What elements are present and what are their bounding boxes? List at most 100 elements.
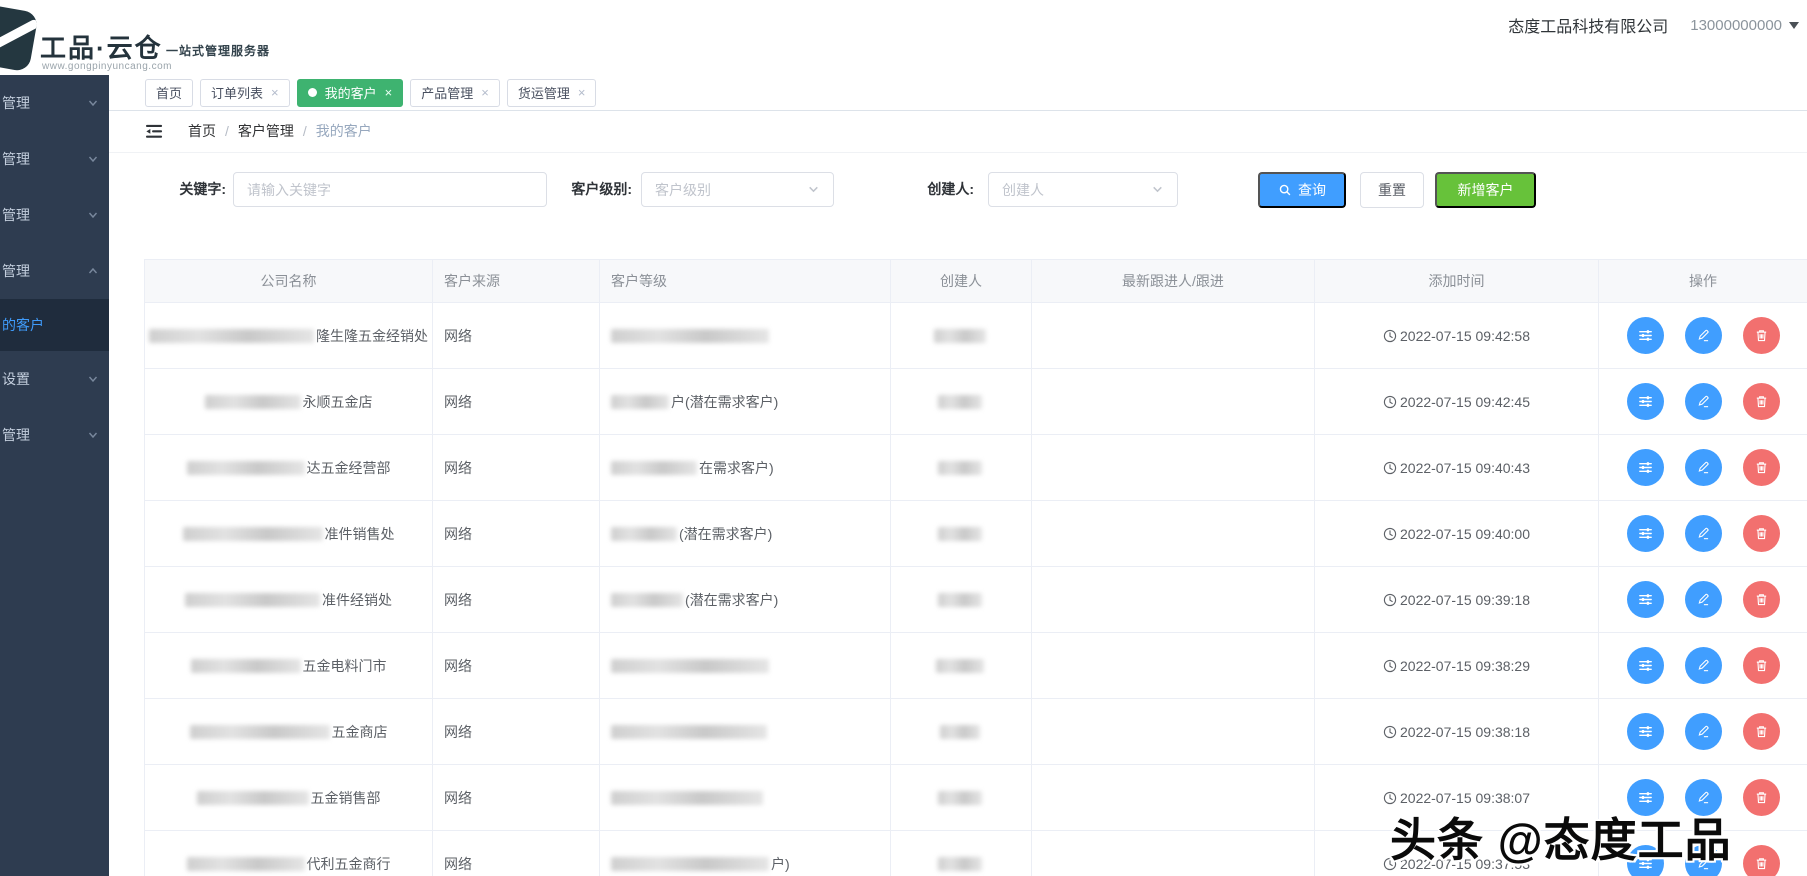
edit-pencil-icon — [1698, 527, 1709, 540]
redacted-text — [611, 790, 763, 805]
redacted-text — [611, 658, 769, 673]
sidebar-item[interactable]: 管理 — [0, 243, 109, 299]
latest-follow-cell — [1032, 765, 1315, 830]
reset-button[interactable]: 重置 — [1360, 172, 1424, 208]
delete-button[interactable] — [1742, 779, 1780, 816]
delete-button[interactable] — [1742, 515, 1780, 552]
source-cell: 网络 — [433, 369, 600, 434]
clock-icon — [1383, 527, 1397, 540]
delete-button[interactable] — [1742, 383, 1780, 420]
sidebar-item-active[interactable]: 的客户 — [0, 299, 109, 351]
keyword-input[interactable]: 请输入关键字 — [233, 172, 547, 207]
redacted-text — [204, 394, 301, 409]
tenant-company-name: 态度工品科技有限公司 — [1508, 19, 1669, 36]
delete-trash-icon — [1756, 594, 1766, 606]
customer-level-select[interactable]: 客户级别 — [641, 172, 834, 207]
tab-item[interactable]: 首页 — [145, 78, 194, 107]
created-time-text: 2022-07-15 09:38:18 — [1400, 723, 1530, 740]
tab-close-icon[interactable]: × — [578, 86, 586, 99]
breadcrumb-item[interactable]: 首页 — [188, 121, 216, 141]
redacted-text — [938, 460, 982, 475]
redacted-text — [938, 526, 982, 541]
filter-button[interactable] — [1626, 317, 1664, 354]
sidebar-item[interactable]: 管理 — [0, 131, 109, 187]
edit-button[interactable] — [1684, 581, 1722, 618]
watermark-text: 头条 @态度工品 — [1390, 814, 1732, 866]
delete-button[interactable] — [1742, 317, 1780, 354]
table-row: 五金商店 网络 2022-07-15 09:38:18 — [145, 699, 1807, 765]
chevron-down-icon — [1153, 186, 1162, 193]
tab-label: 我的客户 — [324, 86, 377, 101]
redacted-text — [185, 592, 320, 607]
sidebar-item-label: 设置 — [2, 371, 30, 387]
created-time-cell: 2022-07-15 09:39:18 — [1315, 567, 1599, 632]
breadcrumb-item[interactable]: 客户管理 — [238, 121, 294, 141]
delete-button[interactable] — [1742, 647, 1780, 684]
active-tab-dot-icon — [307, 88, 317, 97]
sidebar-item[interactable]: 管理 — [0, 75, 109, 131]
edit-button[interactable] — [1684, 647, 1722, 684]
sidebar-item[interactable]: 设置 — [0, 351, 109, 407]
brand-tagline: 一站式管理服务器 — [166, 44, 271, 58]
tab-item[interactable]: 产品管理 × — [410, 78, 500, 107]
add-customer-button[interactable]: 新增客户 — [1435, 172, 1536, 208]
filter-button[interactable] — [1626, 647, 1664, 684]
sidebar-menu: 管理 管理 管理 管理 的客户 设置 管理 — [0, 75, 109, 876]
tab-label: 订单列表 — [211, 86, 264, 101]
redacted-text — [611, 856, 769, 871]
account-menu[interactable]: 13000000000 — [1690, 17, 1799, 34]
source-cell: 网络 — [433, 435, 600, 500]
filter-button[interactable] — [1626, 713, 1664, 750]
delete-button[interactable] — [1742, 449, 1780, 486]
redacted-text — [186, 856, 305, 871]
edit-button[interactable] — [1684, 383, 1722, 420]
tab-active[interactable]: 我的客户 × — [296, 78, 404, 107]
creator-cell — [891, 765, 1032, 830]
tab-close-icon[interactable]: × — [481, 86, 489, 99]
created-time-cell: 2022-07-15 09:42:58 — [1315, 303, 1599, 368]
clock-icon — [1383, 791, 1397, 804]
search-button-label: 查询 — [1298, 182, 1326, 198]
filter-button[interactable] — [1626, 383, 1664, 420]
source-cell: 网络 — [433, 699, 600, 764]
source-cell: 网络 — [433, 303, 600, 368]
redacted-text — [190, 658, 301, 673]
tab-item[interactable]: 订单列表 × — [200, 78, 290, 107]
sidebar-item-label: 管理 — [2, 427, 30, 443]
delete-button[interactable] — [1742, 581, 1780, 618]
level-cell — [600, 633, 891, 698]
chevron-up-icon — [88, 267, 98, 274]
edit-pencil-icon — [1698, 593, 1709, 606]
delete-trash-icon — [1756, 462, 1766, 474]
account-phone: 13000000000 — [1690, 16, 1782, 34]
topbar-account-area: 态度工品科技有限公司 13000000000 — [1508, 0, 1799, 50]
level-cell — [600, 699, 891, 764]
edit-button[interactable] — [1684, 317, 1722, 354]
tab-close-icon[interactable]: × — [385, 86, 393, 99]
sidebar-item[interactable]: 管理 — [0, 407, 109, 463]
creator-select[interactable]: 创建人 — [988, 172, 1178, 207]
search-button[interactable]: 查询 — [1258, 172, 1346, 208]
edit-button[interactable] — [1684, 449, 1722, 486]
company-cell: 准件销售处 — [145, 501, 433, 566]
sidebar-item-label: 管理 — [2, 151, 30, 167]
source-cell: 网络 — [433, 567, 600, 632]
sidebar-collapse-button[interactable] — [145, 123, 164, 140]
filter-button[interactable] — [1626, 581, 1664, 618]
top-header-bar: 工品·云仓 一站式管理服务器 www.gongpinyuncang.com 态度… — [0, 0, 1807, 75]
level-text: 在需求客户) — [699, 459, 774, 476]
column-header: 操作 — [1689, 273, 1717, 289]
latest-follow-cell — [1032, 699, 1315, 764]
edit-button[interactable] — [1684, 713, 1722, 750]
tab-close-icon[interactable]: × — [271, 86, 279, 99]
filter-button[interactable] — [1626, 515, 1664, 552]
delete-button[interactable] — [1742, 845, 1780, 876]
breadcrumb: 首页 / 客户管理 / 我的客户 — [188, 121, 372, 141]
tab-item[interactable]: 货运管理 × — [506, 78, 597, 107]
filter-button[interactable] — [1626, 449, 1664, 486]
sidebar-item[interactable]: 管理 — [0, 187, 109, 243]
edit-button[interactable] — [1684, 515, 1722, 552]
delete-button[interactable] — [1742, 713, 1780, 750]
delete-trash-icon — [1756, 330, 1766, 342]
redacted-text — [611, 724, 767, 739]
